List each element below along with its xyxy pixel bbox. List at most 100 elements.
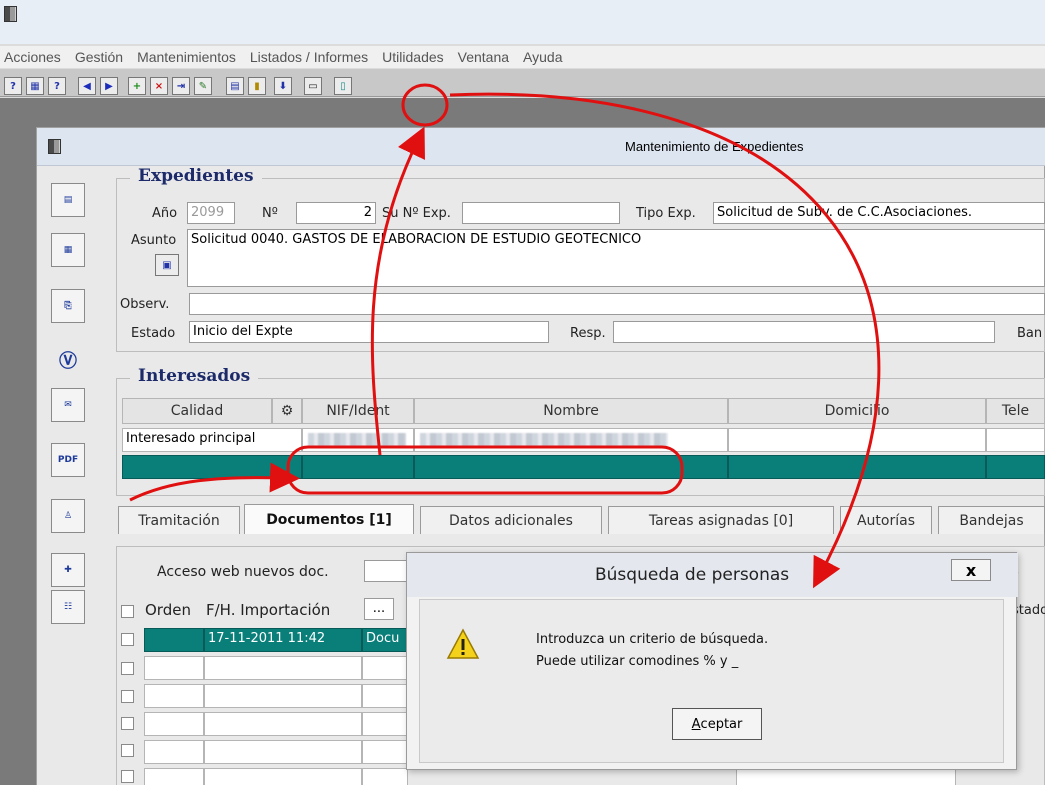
doc-row-empty[interactable]: [362, 712, 408, 736]
dialog-message-line1: Introduzca un criterio de búsqueda.: [536, 632, 769, 647]
row-checkbox[interactable]: [121, 633, 134, 646]
add-document-icon[interactable]: ✚: [51, 553, 85, 587]
tab-documentos[interactable]: Documentos [1]: [244, 504, 414, 534]
col-calidad[interactable]: Calidad: [122, 398, 272, 424]
doc-row-empty[interactable]: [144, 656, 204, 680]
row-checkbox[interactable]: [121, 662, 134, 675]
asunto-lookup-icon[interactable]: ▣: [155, 254, 179, 276]
app-titlebar: [0, 0, 1045, 44]
doc-row-empty[interactable]: [362, 684, 408, 708]
doc-row1-orden[interactable]: [144, 628, 204, 652]
pdf-icon[interactable]: PDF: [51, 443, 85, 477]
close-icon[interactable]: x: [951, 559, 991, 581]
window-titlebar: Mantenimiento de Expedientes: [37, 128, 1045, 166]
tab-tramitacion[interactable]: Tramitación: [118, 506, 240, 534]
col-fh-importacion[interactable]: F/H. Importación: [206, 601, 330, 619]
ban-label: Ban: [1017, 326, 1043, 341]
ano-field[interactable]: 2099: [187, 202, 235, 224]
row1-tele[interactable]: [986, 428, 1045, 452]
mail-icon[interactable]: ✉: [51, 388, 85, 422]
new-row-domicilio[interactable]: [728, 455, 986, 479]
new-record-icon[interactable]: +: [128, 77, 146, 95]
no-field[interactable]: 2: [296, 202, 376, 224]
ano-label: Año: [152, 206, 178, 221]
asunto-field[interactable]: Solicitud 0040. GASTOS DE ELABORACION DE…: [187, 229, 1045, 287]
menu-gestion[interactable]: Gestión: [75, 49, 123, 65]
doc-row1-fh[interactable]: 17-11-2011 11:42: [204, 628, 362, 652]
dialog-titlebar: Búsqueda de personas x: [407, 553, 1018, 597]
col-nombre[interactable]: Nombre: [414, 398, 728, 424]
torn-edge: [0, 785, 1045, 797]
doc-row-empty[interactable]: [204, 684, 362, 708]
doc-row1-doc[interactable]: Docu: [362, 628, 408, 652]
aceptar-button[interactable]: Aceptar: [672, 708, 762, 740]
su-no-exp-field[interactable]: [462, 202, 620, 224]
resp-field[interactable]: [613, 321, 995, 343]
navigate-icon[interactable]: ⇥: [172, 77, 190, 95]
doc-row-empty[interactable]: [144, 740, 204, 764]
menu-acciones[interactable]: Acciones: [4, 49, 61, 65]
validate-circle-icon[interactable]: Ⓥ: [51, 343, 85, 377]
save-disk-icon[interactable]: ▭: [304, 77, 322, 95]
help-binoculars-icon[interactable]: ?: [48, 77, 66, 95]
doc-row-empty[interactable]: [204, 740, 362, 764]
select-all-checkbox[interactable]: [121, 605, 134, 618]
row-checkbox[interactable]: [121, 744, 134, 757]
doc-row-empty[interactable]: [204, 712, 362, 736]
person-list-icon[interactable]: ☷: [51, 590, 85, 624]
printer-tool-icon[interactable]: ▦: [26, 77, 44, 95]
observ-field[interactable]: [189, 293, 1045, 315]
menu-utilidades[interactable]: Utilidades: [382, 49, 443, 65]
expedientes-title: Expedientes: [130, 166, 262, 186]
gear-icon[interactable]: ⚙: [272, 398, 302, 424]
new-row-calidad[interactable]: [122, 455, 302, 479]
row-checkbox[interactable]: [121, 690, 134, 703]
menu-ayuda[interactable]: Ayuda: [523, 49, 562, 65]
new-row-tele[interactable]: [986, 455, 1045, 479]
estado-field[interactable]: Inicio del Expte: [189, 321, 549, 343]
form-view-icon[interactable]: ▤: [51, 183, 85, 217]
doc-row-empty[interactable]: [144, 684, 204, 708]
col-nif[interactable]: NIF/Ident: [302, 398, 414, 424]
delete-record-icon[interactable]: ×: [150, 77, 168, 95]
asunto-label: Asunto: [131, 233, 177, 248]
next-icon[interactable]: ▶: [100, 77, 118, 95]
help-query-icon[interactable]: ?: [4, 77, 22, 95]
aceptar-accelerator: A: [691, 716, 701, 732]
resp-label: Resp.: [570, 326, 606, 341]
col-tele[interactable]: Tele: [986, 398, 1045, 424]
edit-pencil-icon[interactable]: ✎: [194, 77, 212, 95]
new-row-nif[interactable]: [302, 455, 414, 479]
filter-grid-icon[interactable]: ▤: [226, 77, 244, 95]
exit-door-icon[interactable]: ▯: [334, 77, 352, 95]
observ-label: Observ.: [120, 297, 170, 312]
menu-mantenimientos[interactable]: Mantenimientos: [137, 49, 236, 65]
previous-icon[interactable]: ◀: [78, 77, 96, 95]
doc-row-empty[interactable]: [144, 712, 204, 736]
tipo-exp-field[interactable]: Solicitud de Subv. de C.C.Asociaciones.: [713, 202, 1045, 224]
row-checkbox[interactable]: [121, 770, 134, 783]
row1-calidad[interactable]: Interesado principal: [122, 428, 302, 452]
col-orden[interactable]: Orden: [145, 601, 191, 619]
notes-icon[interactable]: ▮: [248, 77, 266, 95]
tab-tareas-asignadas[interactable]: Tareas asignadas [0]: [608, 506, 834, 534]
acceso-web-label: Acceso web nuevos doc.: [157, 564, 329, 580]
tab-autorias[interactable]: Autorías: [840, 506, 932, 534]
doc-row-empty[interactable]: [362, 740, 408, 764]
doc-row-empty[interactable]: [362, 656, 408, 680]
tab-bandejas[interactable]: Bandejas: [938, 506, 1045, 534]
col-more-button[interactable]: ...: [364, 598, 394, 620]
new-row-nombre[interactable]: [414, 455, 728, 479]
menu-listados-informes[interactable]: Listados / Informes: [250, 49, 368, 65]
documents-grid-icon[interactable]: ▦: [51, 233, 85, 267]
download-arrow-icon[interactable]: ⬇: [274, 77, 292, 95]
person-document-icon[interactable]: ♙: [51, 499, 85, 533]
row-checkbox[interactable]: [121, 717, 134, 730]
menu-ventana[interactable]: Ventana: [458, 49, 509, 65]
main-toolbar: ? ▦ ? ◀ ▶ + × ⇥ ✎ ▤ ▮ ⬇ ▭ ▯: [0, 69, 1045, 97]
col-domicilio[interactable]: Domicilio: [728, 398, 986, 424]
doc-row-empty[interactable]: [204, 656, 362, 680]
row1-domicilio[interactable]: [728, 428, 986, 452]
document-user-icon[interactable]: ⎘: [51, 289, 85, 323]
tab-datos-adicionales[interactable]: Datos adicionales: [420, 506, 602, 534]
